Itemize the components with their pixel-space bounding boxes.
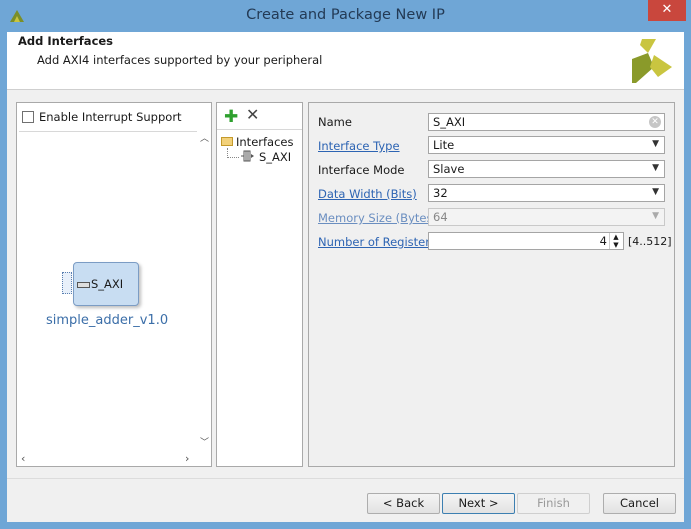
horizontal-scrollbar[interactable]: ‹ › bbox=[17, 451, 211, 466]
enable-interrupt-option[interactable]: Enable Interrupt Support bbox=[22, 109, 182, 125]
tree-node-s-axi[interactable]: S_AXI bbox=[259, 150, 291, 164]
interface-type-label[interactable]: Interface Type bbox=[318, 139, 400, 153]
interface-mode-select[interactable]: Slave ▼ bbox=[428, 160, 665, 178]
tree-node-interfaces[interactable]: Interfaces bbox=[236, 135, 293, 149]
close-icon[interactable]: ✕ bbox=[648, 0, 686, 21]
next-button[interactable]: Next > bbox=[442, 493, 515, 514]
toolbar-divider bbox=[217, 129, 302, 130]
memory-size-select: 64 ▼ bbox=[428, 208, 665, 226]
window-title: Create and Package New IP bbox=[246, 7, 445, 23]
clear-icon[interactable]: ✕ bbox=[649, 116, 661, 128]
cancel-button[interactable]: Cancel bbox=[603, 493, 676, 514]
chevron-down-icon: ▼ bbox=[652, 163, 659, 173]
spinner-up-icon[interactable]: ▲ bbox=[609, 233, 622, 241]
scroll-left-icon[interactable]: ‹ bbox=[21, 452, 25, 465]
vivado-logo-icon bbox=[632, 39, 672, 83]
data-width-label[interactable]: Data Width (Bits) bbox=[318, 187, 417, 201]
back-button[interactable]: < Back bbox=[367, 493, 440, 514]
folder-icon bbox=[221, 137, 233, 146]
interface-properties-panel bbox=[308, 102, 675, 467]
scroll-right-icon[interactable]: › bbox=[185, 452, 189, 465]
interface-type-select[interactable]: Lite ▼ bbox=[428, 136, 665, 154]
scroll-up-icon[interactable]: ︿ bbox=[200, 131, 209, 144]
chevron-down-icon: ▼ bbox=[652, 187, 659, 197]
page-subtitle: Add AXI4 interfaces supported by your pe… bbox=[37, 53, 323, 67]
chevron-down-icon: ▼ bbox=[652, 139, 659, 149]
num-registers-label[interactable]: Number of Registers bbox=[318, 235, 436, 249]
remove-interface-icon[interactable]: ✕ bbox=[246, 107, 259, 123]
name-label: Name bbox=[318, 115, 352, 129]
port-connector-icon bbox=[77, 282, 90, 288]
name-input[interactable]: S_AXI ✕ bbox=[428, 113, 665, 131]
spinner-down-icon[interactable]: ▼ bbox=[609, 241, 622, 249]
interface-type-value: Lite bbox=[433, 138, 455, 152]
memory-size-value: 64 bbox=[433, 210, 448, 224]
vertical-scrollbar[interactable]: ︿ ﹀ bbox=[197, 131, 211, 451]
data-width-value: 32 bbox=[433, 186, 448, 200]
num-registers-range: [4..512] bbox=[628, 235, 672, 248]
tree-connector-line bbox=[227, 148, 239, 158]
data-width-select[interactable]: 32 ▼ bbox=[428, 184, 665, 202]
add-interface-icon[interactable]: ✚ bbox=[224, 109, 238, 126]
finish-button[interactable]: Finish bbox=[517, 493, 590, 514]
chevron-down-icon: ▼ bbox=[652, 211, 659, 221]
scroll-down-icon[interactable]: ﹀ bbox=[200, 435, 209, 448]
ip-block-interface-stub bbox=[62, 272, 72, 294]
num-registers-value: 4 bbox=[599, 234, 607, 248]
interface-mode-label: Interface Mode bbox=[318, 163, 405, 177]
ip-port-label: S_AXI bbox=[91, 277, 124, 291]
ip-block-name: simple_adder_v1.0 bbox=[46, 313, 169, 328]
page-title: Add Interfaces bbox=[18, 34, 114, 48]
interface-mode-value: Slave bbox=[433, 162, 465, 176]
num-registers-spinner[interactable]: 4 ▲ ▼ bbox=[428, 232, 624, 250]
enable-interrupt-checkbox[interactable] bbox=[22, 111, 34, 123]
bus-interface-icon bbox=[241, 150, 254, 162]
name-input-value: S_AXI bbox=[433, 115, 466, 129]
enable-interrupt-label: Enable Interrupt Support bbox=[39, 110, 182, 124]
footer-divider bbox=[7, 478, 684, 479]
memory-size-label: Memory Size (Bytes) bbox=[318, 211, 437, 225]
